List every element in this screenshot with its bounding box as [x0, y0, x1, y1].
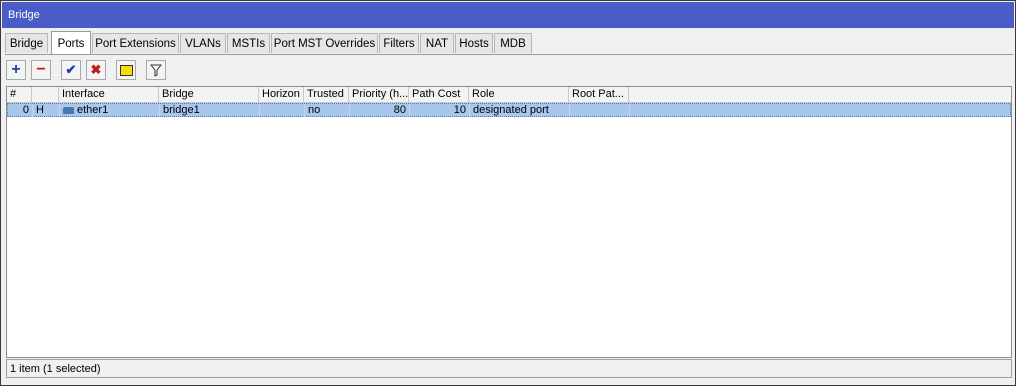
add-button[interactable]: +	[6, 60, 26, 80]
col-header-role[interactable]: Role	[469, 87, 569, 102]
filter-button[interactable]	[146, 60, 166, 80]
col-header-root-path[interactable]: Root Pat...	[569, 87, 629, 102]
cell-index: 0	[8, 104, 33, 117]
cell-interface: ether1	[60, 104, 160, 117]
checkmark-icon: ✔	[65, 62, 77, 77]
comment-icon	[119, 64, 133, 76]
col-header-priority[interactable]: Priority (h...	[349, 87, 409, 102]
tab-bridge[interactable]: Bridge	[5, 33, 48, 53]
tab-vlans[interactable]: VLANs	[180, 33, 226, 53]
ethernet-icon	[63, 106, 74, 114]
status-bar: 1 item (1 selected)	[6, 359, 1012, 378]
cell-priority: 80	[350, 104, 410, 117]
tab-mdb[interactable]: MDB	[494, 33, 532, 53]
interface-name: ether1	[77, 104, 109, 116]
bridge-window: Bridge Bridge Ports Port Extensions VLAN…	[0, 0, 1016, 386]
col-header-bridge[interactable]: Bridge	[159, 87, 259, 102]
tab-bar: Bridge Ports Port Extensions VLANs MSTIs…	[5, 31, 1013, 55]
col-header-interface[interactable]: Interface	[59, 87, 159, 102]
comment-button[interactable]	[116, 60, 136, 80]
status-text: 1 item (1 selected)	[10, 363, 101, 375]
col-header-flags[interactable]	[32, 87, 59, 102]
tab-filters[interactable]: Filters	[379, 33, 419, 53]
plus-icon: +	[11, 61, 21, 78]
col-header-index[interactable]: #	[7, 87, 32, 102]
filter-icon	[150, 64, 162, 77]
title-bar[interactable]: Bridge	[2, 2, 1014, 28]
tab-mstis[interactable]: MSTIs	[227, 33, 270, 53]
tab-nat[interactable]: NAT	[420, 33, 454, 53]
x-icon: ✖	[90, 62, 102, 77]
col-header-trusted[interactable]: Trusted	[304, 87, 349, 102]
cell-flag: H	[33, 104, 60, 117]
cell-path-cost: 10	[410, 104, 470, 117]
cell-bridge: bridge1	[160, 104, 260, 117]
cell-role: designated port	[470, 104, 570, 117]
minus-icon: −	[36, 61, 46, 78]
col-header-horizon[interactable]: Horizon	[259, 87, 304, 102]
remove-button[interactable]: −	[31, 60, 51, 80]
toolbar: + − ✔ ✖	[5, 58, 1013, 84]
tab-hosts[interactable]: Hosts	[455, 33, 493, 53]
ports-table: # Interface Bridge Horizon Trusted Prior…	[6, 86, 1012, 358]
table-row[interactable]: 0 H ether1 bridge1 no 80 10 designated p…	[7, 103, 1011, 117]
window-title: Bridge	[8, 9, 40, 21]
cell-horizon	[260, 104, 305, 117]
cell-trusted: no	[305, 104, 350, 117]
enable-button[interactable]: ✔	[61, 60, 81, 80]
tab-port-mst-overrides[interactable]: Port MST Overrides	[271, 33, 378, 53]
tab-divider	[5, 54, 1013, 55]
tab-port-extensions[interactable]: Port Extensions	[92, 33, 179, 53]
disable-button[interactable]: ✖	[86, 60, 106, 80]
col-header-path-cost[interactable]: Path Cost	[409, 87, 469, 102]
cell-root-path	[570, 104, 630, 117]
tab-ports[interactable]: Ports	[51, 31, 91, 54]
table-header: # Interface Bridge Horizon Trusted Prior…	[7, 87, 1011, 103]
